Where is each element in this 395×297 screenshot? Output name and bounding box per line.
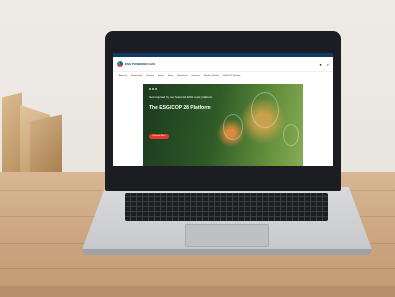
desk-edge	[0, 286, 395, 297]
search-icon[interactable]: ⌕	[327, 62, 329, 67]
nav-item-member-platform[interactable]: Member Platform	[204, 75, 219, 77]
lightbulb-image	[283, 124, 299, 146]
hero-overline: Get inspired by our featured ESG topic p…	[149, 95, 213, 99]
nav-item-initiatives[interactable]: Initiatives	[192, 75, 200, 77]
nav-item-newsletters[interactable]: Newsletters	[177, 75, 187, 77]
laptop-base-lip	[82, 249, 372, 255]
hero-title: The ESG/COP 28 Platform	[149, 105, 211, 111]
site-logo-text[interactable]: ESG POWERED GAS	[125, 62, 155, 66]
nav-item-about[interactable]: About Us	[119, 75, 127, 77]
nav-item-services[interactable]: Services	[146, 75, 154, 77]
nav-item-membership[interactable]: Membership	[131, 75, 142, 77]
lightbulb-image	[223, 114, 243, 140]
nav-item-events[interactable]: Events	[158, 75, 164, 77]
site-header: ESG POWERED GAS ● ⌕	[113, 57, 333, 71]
user-icon[interactable]: ●	[319, 62, 321, 67]
laptop-trackpad	[185, 224, 269, 247]
decor-bookend	[30, 114, 62, 180]
logo-icon[interactable]	[117, 61, 123, 67]
hero-banner: Get inspired by our featured ESG topic p…	[143, 84, 303, 166]
carousel-dots[interactable]	[149, 88, 157, 90]
discover-more-button[interactable]: Discover More	[149, 134, 169, 139]
decor-bookend	[2, 92, 22, 180]
main-nav: About Us Membership Services Events News…	[113, 71, 333, 79]
nav-item-esg-platform[interactable]: ESG/COP Platform	[223, 75, 240, 77]
laptop-keyboard	[125, 193, 328, 221]
laptop-screen: ESG POWERED GAS ● ⌕ About Us Membership …	[113, 53, 333, 166]
lightbulb-image	[251, 92, 279, 128]
nav-item-news[interactable]: News	[168, 75, 173, 77]
